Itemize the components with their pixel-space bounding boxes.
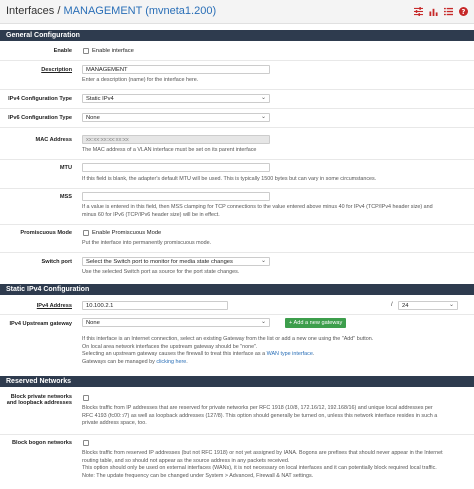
static-ipv4-heading: Static IPv4 Configuration [0,284,474,295]
bogon-help-line-2: routing table, and so should not appear … [82,457,290,464]
enable-label: Enable [53,48,72,54]
promiscuous-help: Put the interface into permanently promi… [82,240,212,246]
block-bogon-help: Blocks traffic from reserved IP addresse… [82,450,443,481]
row-divider [0,159,474,160]
promiscuous-text: Enable Promiscuous Mode [92,230,162,236]
breadcrumb-current[interactable]: MANAGEMENT (mvneta1.200) [64,5,217,17]
mtu-input[interactable] [82,163,270,172]
block-bogon-label: Block bogon networks [12,440,72,446]
block-private-help: Blocks traffic from IP addresses that ar… [82,405,437,428]
reserved-networks-heading: Reserved Networks [0,376,474,387]
cidr-select[interactable]: 24 [398,301,458,310]
top-bar: Interfaces / MANAGEMENT (mvneta1.200) ? [0,0,474,24]
add-gateway-button[interactable]: + Add a new gateway [285,318,347,328]
block-bogon-checkbox[interactable] [83,440,89,446]
block-private-label: Block private networks and loopback addr… [6,394,72,407]
bogon-help-line-4: Note: The update frequency can be change… [82,473,314,480]
toolbar-icons: ? [414,7,468,16]
row-divider [0,60,474,61]
description-label: Description [41,67,72,73]
svg-text:?: ? [462,8,466,16]
block-private-checkbox[interactable] [83,395,89,401]
manage-gateways-link[interactable]: clicking here [156,359,186,365]
ipv4-type-select[interactable]: Static IPv4 [82,94,270,103]
row-divider [0,188,474,189]
ipv6-type-label: IPv6 Configuration Type [8,115,72,121]
switch-port-select[interactable]: Select the Switch port to monitor for me… [82,257,270,266]
enable-interface-text: Enable interface [92,48,134,54]
cidr-separator: / [391,302,393,308]
upstream-gateway-label: IPv4 Upstream gateway [9,321,73,327]
private-help-line-1: Blocks traffic from IP addresses that ar… [82,405,433,411]
promiscuous-checkbox[interactable] [83,230,89,236]
upstream-gateway-select[interactable]: None [82,318,270,327]
wan-type-link[interactable]: WAN type interface [267,351,313,357]
mac-address-help: The MAC address of a VLAN interface must… [82,147,257,153]
upstream-gateway-help: If this interface is an Internet connect… [82,336,373,367]
row-divider [0,89,474,90]
general-config-heading: General Configuration [0,30,474,41]
breadcrumb-root[interactable]: Interfaces [6,5,54,17]
promiscuous-label: Promiscuous Mode [20,230,72,236]
ipv4-address-label: IPv4 Address [36,303,72,309]
description-input[interactable]: MANAGEMENT [82,65,270,74]
mss-help: If a value is entered in this field, the… [82,204,433,219]
ipv4-type-label: IPv4 Configuration Type [8,96,72,102]
ipv4-address-input[interactable]: 10.100.2.1 [82,301,228,310]
mtu-help: If this field is blank, the adapter's de… [82,176,377,182]
row-divider [0,127,474,128]
row-divider [0,224,474,225]
row-divider [0,252,474,253]
row-divider [0,434,474,435]
row-divider [0,314,474,315]
enable-interface-checkbox[interactable] [83,48,89,54]
mss-help-line-1: If a value is entered in this field, the… [82,204,433,210]
chart-icon[interactable] [429,7,438,16]
breadcrumb-separator: / [57,5,61,17]
gateway-help-line-3: Selecting an upstream gateway causes the… [82,351,315,358]
bogon-help-line-3: This option should only be used on exter… [82,465,437,472]
breadcrumb: Interfaces / MANAGEMENT (mvneta1.200) [6,5,216,17]
switch-port-label: Switch port [41,259,72,265]
mss-input[interactable] [82,192,270,201]
row-divider [0,108,474,109]
mac-address-input[interactable]: xx:xx:xx:xx:xx:xx [82,135,270,144]
description-help: Enter a description (name) for the inter… [82,77,199,83]
mss-label: MSS [59,194,72,200]
sliders-icon[interactable] [414,7,423,16]
mtu-label: MTU [59,165,72,171]
private-help-line-3: private address space, too. [82,420,147,427]
private-help-line-2: RFC 4193 (fc00::/7) as well as loopback … [82,412,438,419]
gateway-help-line-2: On local area network interfaces the ups… [82,343,258,350]
help-icon[interactable]: ? [459,7,468,16]
ipv6-type-select[interactable]: None [82,113,270,122]
gateway-help-line-1: If this interface is an Internet connect… [82,336,374,342]
mac-address-label: MAC Address [35,137,72,143]
gateway-help-line-4: Gateways can be managed by clicking here… [82,359,188,366]
mss-help-line-2: minus 60 for IPv6 (TCP/IPv6 header size)… [82,211,220,218]
switch-port-help: Use the selected Switch port as source f… [82,269,240,275]
bogon-help-line-1: Blocks traffic from reserved IP addresse… [82,450,443,456]
list-icon[interactable] [444,7,453,16]
